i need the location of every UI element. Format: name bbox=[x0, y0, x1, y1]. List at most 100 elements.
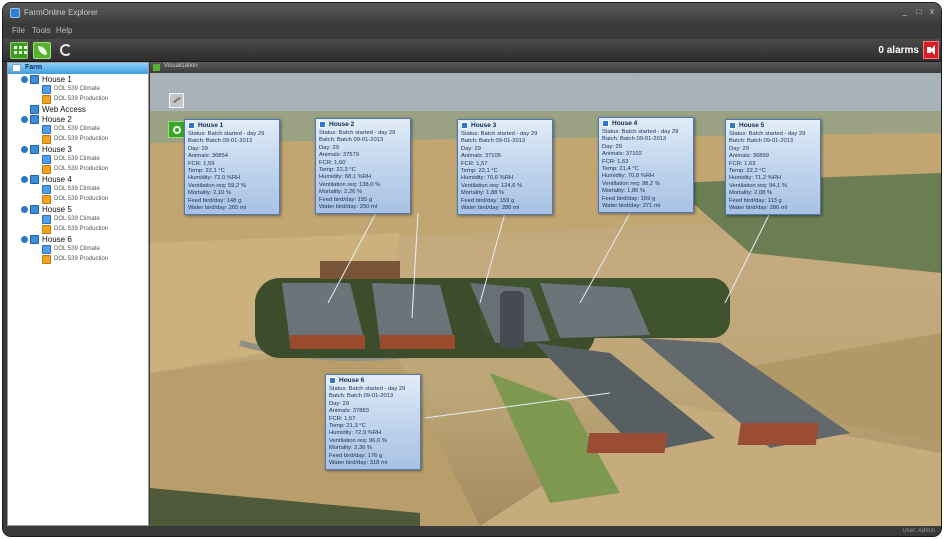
house-1-title: House 1 bbox=[198, 122, 224, 129]
house-3-title: House 3 bbox=[471, 122, 497, 129]
house-icon bbox=[329, 377, 336, 384]
menu-help[interactable]: Help bbox=[56, 26, 72, 35]
card-line: Humidity: 72,9 %RH bbox=[329, 430, 382, 437]
alarm-speaker-button[interactable] bbox=[923, 41, 939, 59]
expand-icon[interactable] bbox=[21, 206, 28, 213]
edit-layout-button[interactable] bbox=[169, 93, 184, 108]
card-line: Day: 29 bbox=[329, 400, 349, 407]
climate-icon bbox=[42, 125, 51, 134]
house-3-card[interactable]: House 3 Status: Batch started - day 29 Ba… bbox=[457, 119, 553, 215]
house-2-title: House 2 bbox=[329, 121, 355, 128]
card-line: Day: 29 bbox=[729, 145, 749, 152]
house-icon bbox=[188, 122, 195, 129]
card-line: Ventilation req: 96,6 % bbox=[329, 437, 388, 444]
card-line: Ventilation req: 138,0 % bbox=[319, 181, 381, 188]
web-icon bbox=[30, 105, 39, 114]
farm-view-button[interactable] bbox=[33, 42, 51, 59]
farm-icon bbox=[12, 64, 21, 72]
house-icon bbox=[602, 120, 609, 127]
house-5-title: House 5 bbox=[739, 122, 765, 129]
house-6-title: House 6 bbox=[339, 377, 365, 384]
climate-icon bbox=[42, 85, 51, 94]
house-icon bbox=[461, 122, 468, 129]
close-button[interactable]: x bbox=[926, 7, 938, 17]
card-line: Temp: 22,1 °C bbox=[461, 168, 498, 174]
expand-icon[interactable] bbox=[21, 76, 28, 83]
card-line: Status: Batch started - day 29 bbox=[329, 386, 406, 392]
card-line: Temp: 22,1 °C bbox=[188, 168, 225, 174]
card-line: Animals: 37579 bbox=[319, 152, 359, 159]
card-line: Batch: Batch 09-01-2013 bbox=[602, 136, 667, 143]
grid-view-button[interactable] bbox=[10, 42, 28, 59]
expand-icon[interactable] bbox=[21, 176, 28, 183]
visualization-title: Visualization bbox=[164, 63, 198, 69]
tree-subitem-label: DOL 539 Climate bbox=[54, 246, 100, 252]
tree-subitem-label: DOL 539 Production bbox=[54, 256, 109, 262]
expand-icon[interactable] bbox=[21, 116, 28, 123]
card-line: Batch: Batch 09-01-2013 bbox=[188, 138, 253, 145]
eye-icon bbox=[173, 126, 181, 134]
menu-tools[interactable]: Tools bbox=[32, 26, 51, 35]
card-line: Status: Batch started - day 29 bbox=[729, 131, 806, 137]
card-line: Temp: 21,4 °C bbox=[602, 166, 639, 172]
house-2-card[interactable]: House 2 Status: Batch started - day 29 Ba… bbox=[315, 118, 411, 214]
card-line: Water bird/day: 318 ml bbox=[329, 460, 388, 466]
card-line: Animals: 37102 bbox=[602, 151, 642, 158]
status-user: User: Admin bbox=[902, 528, 935, 534]
house-4-card[interactable]: House 4 Status: Batch started - day 29 Ba… bbox=[598, 117, 694, 213]
house-icon bbox=[30, 235, 39, 244]
tree-subitem-label: DOL 539 Climate bbox=[54, 186, 100, 192]
card-line: Mortality: 2,36 % bbox=[329, 445, 373, 452]
refresh-icon bbox=[60, 44, 72, 56]
card-line: Animals: 36899 bbox=[729, 153, 769, 160]
card-line: Ventilation req: 94,1 % bbox=[729, 182, 788, 189]
house-icon bbox=[30, 205, 39, 214]
leaf-icon bbox=[38, 46, 47, 55]
card-line: Batch: Batch 09-01-2013 bbox=[729, 138, 794, 145]
expand-icon[interactable] bbox=[21, 146, 28, 153]
card-line: Batch: Batch 09-01-2013 bbox=[329, 393, 394, 400]
card-line: Humidity: 71,2 %RH bbox=[729, 175, 782, 182]
production-icon bbox=[42, 135, 51, 144]
tree-subitem-label: DOL 539 Production bbox=[54, 226, 109, 232]
minimize-button[interactable]: _ bbox=[899, 7, 911, 17]
production-icon bbox=[42, 255, 51, 264]
tree-subitem-label: DOL 539 Production bbox=[54, 166, 109, 172]
window-title: FarmOnline Explorer bbox=[24, 8, 98, 17]
card-line: Water bird/day: 271 ml bbox=[602, 203, 661, 209]
expand-icon[interactable] bbox=[21, 236, 28, 243]
tree-subitem-label: DOL 539 Production bbox=[54, 196, 109, 202]
tree-item-label: House 3 bbox=[42, 145, 72, 154]
house-1-card[interactable]: House 1 Status: Batch started - day 29 Ba… bbox=[184, 119, 280, 215]
tree-subitem-label: DOL 539 Climate bbox=[54, 216, 100, 222]
house-4-title: House 4 bbox=[612, 120, 638, 127]
house-icon bbox=[319, 121, 326, 128]
tree-root-farm[interactable]: Farm bbox=[8, 63, 148, 74]
card-line: Ventilation req: 98,2 % bbox=[602, 180, 661, 187]
maximize-button[interactable]: □ bbox=[913, 7, 925, 17]
refresh-button[interactable] bbox=[58, 42, 76, 59]
card-line: Day: 29 bbox=[188, 145, 208, 152]
camera-view-button[interactable] bbox=[168, 121, 185, 138]
production-icon bbox=[42, 165, 51, 174]
tree-subitem-label: DOL 539 Climate bbox=[54, 86, 100, 92]
card-line: Mortality: 1,88 % bbox=[461, 190, 505, 197]
house-icon bbox=[30, 175, 39, 184]
card-line: Day: 29 bbox=[461, 145, 481, 152]
menu-file[interactable]: File bbox=[12, 26, 25, 35]
tree-item-label: Web Access bbox=[42, 105, 86, 114]
card-line: Mortality: 2,10 % bbox=[188, 190, 232, 197]
tree-subitem-label: DOL 539 Production bbox=[54, 96, 109, 102]
card-line: Water bird/day: 288 ml bbox=[461, 205, 520, 211]
house-5-card[interactable]: House 5 Status: Batch started - day 29 Ba… bbox=[725, 119, 821, 215]
climate-icon bbox=[42, 185, 51, 194]
app-logo-icon bbox=[10, 8, 20, 18]
card-line: Mortality: 1,86 % bbox=[602, 188, 646, 195]
alarm-count[interactable]: 0 alarms bbox=[878, 45, 919, 56]
house-6-card[interactable]: House 6 Status: Batch started - day 29 Ba… bbox=[325, 374, 421, 470]
house-icon bbox=[30, 115, 39, 124]
tree-item-label: House 1 bbox=[42, 75, 72, 84]
tree-item-label: House 2 bbox=[42, 115, 72, 124]
card-line: Feed bird/day: 155 g bbox=[319, 196, 373, 203]
card-line: FCR: 1,59 bbox=[188, 160, 215, 167]
